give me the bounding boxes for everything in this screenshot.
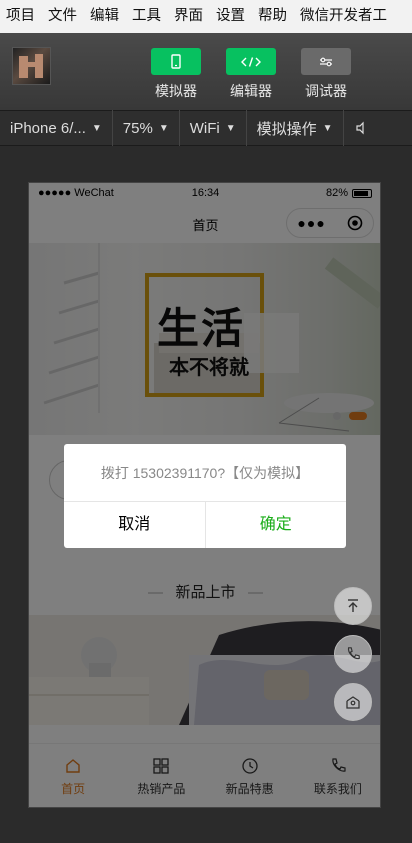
speaker-icon — [355, 121, 364, 135]
device-select-value: iPhone 6/... — [10, 119, 86, 137]
sliders-icon — [320, 57, 332, 66]
simulator-button[interactable] — [151, 48, 201, 75]
avatar[interactable] — [12, 47, 51, 85]
network-select-value: WiFi — [189, 119, 220, 137]
device-bar: iPhone 6/... ▼ 75% ▼ WiFi ▼ 模拟操作 ▼ — [0, 110, 412, 146]
menu-item-tools[interactable]: 工具 — [126, 0, 168, 33]
toolbar: 模拟器 编辑器 调试器 — [0, 33, 412, 110]
menu-item-edit[interactable]: 编辑 — [84, 0, 126, 33]
map-icon — [346, 696, 360, 709]
zoom-select-value: 75% — [122, 119, 153, 137]
dialog-confirm-button[interactable]: 确定 — [206, 502, 347, 548]
volume-button[interactable] — [344, 110, 378, 146]
zoom-select[interactable]: 75% ▼ — [113, 110, 180, 146]
call-dialog: 拨打 15302391170?【仅为模拟】 取消 确定 — [64, 444, 346, 548]
chevron-down-icon: ▼ — [225, 122, 236, 134]
back-to-top-button[interactable] — [334, 587, 372, 625]
menu-item-file[interactable]: 文件 — [42, 0, 84, 33]
menu-item-interface[interactable]: 界面 — [168, 0, 210, 33]
simulator-label: 模拟器 — [155, 83, 197, 99]
phone-icon — [347, 647, 360, 660]
debugger-toggle[interactable]: 调试器 — [301, 48, 351, 101]
chevron-down-icon: ▼ — [91, 122, 102, 134]
editor-toggle[interactable]: 编辑器 — [226, 48, 276, 101]
device-select[interactable]: iPhone 6/... ▼ — [0, 110, 113, 146]
dialog-message: 拨打 15302391170?【仅为模拟】 — [64, 444, 346, 502]
chevron-down-icon: ▼ — [158, 122, 169, 134]
debugger-label: 调试器 — [305, 83, 347, 99]
menu-item-project[interactable]: 项目 — [0, 0, 42, 33]
editor-button[interactable] — [226, 48, 276, 75]
network-select[interactable]: WiFi ▼ — [180, 110, 247, 146]
operation-select-value: 模拟操作 — [256, 120, 317, 138]
dialog-cancel-button[interactable]: 取消 — [64, 502, 206, 548]
phone-device-icon — [171, 54, 181, 69]
operation-select[interactable]: 模拟操作 ▼ — [247, 110, 344, 146]
chevron-down-icon: ▼ — [322, 122, 333, 134]
menu-item-settings[interactable]: 设置 — [210, 0, 252, 33]
code-icon — [241, 56, 261, 67]
editor-label: 编辑器 — [230, 83, 272, 99]
menu-bar: 项目 文件 编辑 工具 界面 设置 帮助 微信开发者工 — [0, 0, 412, 33]
menu-item-help[interactable]: 帮助 — [252, 0, 294, 33]
arrow-up-icon — [348, 599, 358, 612]
call-button[interactable] — [334, 635, 372, 673]
simulator-toggle[interactable]: 模拟器 — [151, 48, 201, 101]
debugger-button[interactable] — [301, 48, 351, 75]
map-button[interactable] — [334, 683, 372, 721]
menu-item-wechat-devtools[interactable]: 微信开发者工 — [294, 0, 394, 33]
simulator-phone: ●●●●● WeChat 16:34 82% 首页 ●●● 生活 本 — [28, 182, 381, 808]
